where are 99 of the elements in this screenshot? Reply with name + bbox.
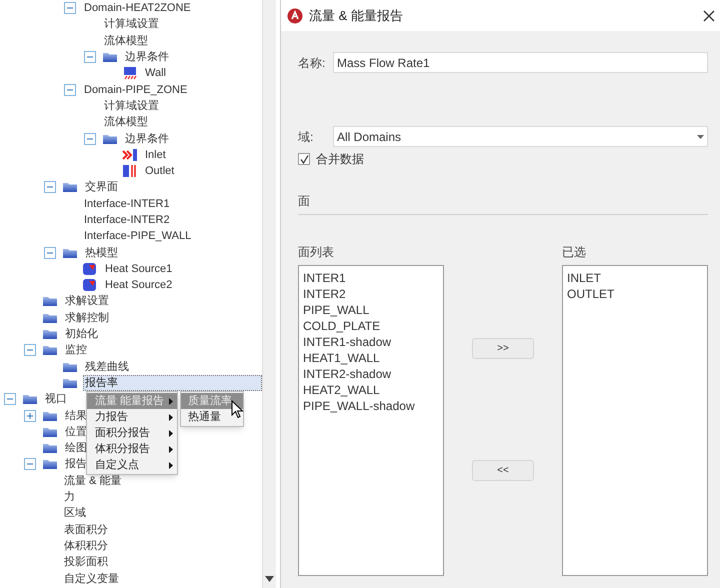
collapse-icon[interactable] (84, 51, 96, 64)
tree-item[interactable]: 残差曲线 (83, 358, 131, 375)
tree-item[interactable]: 报告率 (83, 374, 262, 391)
dropdown-arrow-icon (697, 134, 704, 138)
tree-item[interactable]: 报告 (63, 456, 89, 472)
heat-source-icon (82, 262, 98, 276)
collapse-icon[interactable] (24, 344, 36, 356)
collapse-icon[interactable] (4, 393, 16, 406)
list-item[interactable]: PIPE_WALL (303, 302, 439, 318)
tree-item[interactable]: 视口 (43, 391, 69, 408)
collapse-icon[interactable] (24, 458, 36, 470)
folder-icon (22, 392, 38, 406)
tree-item[interactable]: 计算域设置 (102, 98, 161, 114)
folder-icon (42, 327, 58, 342)
menu-item[interactable]: 力报告 (87, 409, 177, 425)
tree-item[interactable]: 结果 (63, 408, 89, 424)
tree-item[interactable]: 流体模型 (102, 32, 150, 49)
close-icon[interactable] (703, 10, 715, 22)
tree-item[interactable]: 计算域设置 (102, 16, 161, 32)
dialog-title: 流量 & 能量报告 (309, 6, 404, 25)
tree-item[interactable]: 热模型 (83, 244, 120, 261)
list-item[interactable]: INTER2-shadow (303, 366, 439, 382)
tree-item[interactable]: 体积积分 (62, 538, 110, 554)
tree-item[interactable]: Interface-INTER1 (82, 196, 172, 212)
submenu-arrow-icon (169, 414, 173, 420)
name-field[interactable]: Mass Flow Rate1 (333, 52, 708, 73)
tree-item[interactable]: 交界面 (83, 179, 120, 196)
tree-item[interactable]: 表面积分 (62, 522, 110, 538)
tree-item[interactable]: Outlet (143, 163, 176, 180)
list-item[interactable]: INTER1 (303, 270, 439, 286)
tree-item[interactable]: 初始化 (63, 326, 100, 342)
list-item[interactable]: HEAT1_WALL (303, 350, 439, 366)
tree-item[interactable]: 绘图 (63, 440, 89, 456)
tree-item[interactable]: 监控 (63, 342, 89, 358)
list-item[interactable]: OUTLET (567, 286, 703, 302)
folder-icon (42, 441, 58, 456)
tree-item[interactable]: Heat Source1 (103, 260, 174, 277)
wall-icon (122, 66, 138, 80)
app-logo-icon (287, 8, 303, 24)
tree-item[interactable]: 位置 (63, 424, 89, 440)
list-item[interactable]: COLD_PLATE (303, 318, 439, 334)
tree-item[interactable]: 自定义变量 (62, 570, 121, 587)
list-item[interactable]: HEAT2_WALL (303, 382, 439, 398)
outlet-icon (122, 164, 138, 178)
list-item[interactable]: INTER2 (303, 286, 439, 302)
expand-icon[interactable] (24, 410, 36, 422)
list-item[interactable]: INLET (567, 270, 703, 286)
tree-item[interactable]: 边界条件 (123, 130, 171, 147)
submenu-arrow-icon (169, 462, 173, 468)
collapse-icon[interactable] (44, 246, 56, 259)
tree-item[interactable]: 投影面积 (62, 554, 110, 570)
tree-item[interactable]: Interface-INTER2 (82, 212, 172, 228)
submenu-arrow-icon (169, 446, 173, 452)
add-button[interactable]: >> (472, 338, 534, 359)
menu-item[interactable]: 面积分报告 (87, 425, 177, 441)
tree-item[interactable]: Domain-PIPE_ZONE (82, 82, 190, 98)
submenu-arrow-icon (169, 430, 173, 436)
collapse-icon[interactable] (64, 2, 76, 14)
remove-button[interactable]: << (472, 460, 534, 481)
tree-item[interactable]: Domain-HEAT2ZONE (82, 0, 193, 16)
tree-item[interactable]: 力 (62, 489, 77, 506)
list-item[interactable]: INTER1-shadow (303, 334, 439, 350)
heat-source-icon (82, 278, 98, 292)
tree-item[interactable]: Interface-PIPE_WALL (82, 228, 194, 244)
selected-list-label: 已选 (562, 244, 587, 260)
merge-checkbox[interactable] (298, 153, 310, 165)
folder-icon (102, 50, 118, 64)
submenu-arrow-icon (169, 398, 173, 404)
menu-item[interactable]: 体积分报告 (87, 441, 177, 457)
scroll-down-icon[interactable] (265, 576, 274, 582)
tree-item[interactable]: Wall (143, 65, 168, 82)
domain-dropdown[interactable]: All Domains (333, 126, 708, 147)
merge-data-label: 合并数据 (316, 151, 364, 168)
folder-icon (42, 457, 58, 472)
list-item[interactable]: PIPE_WALL-shadow (303, 398, 439, 414)
tree-item[interactable]: 区域 (62, 505, 88, 522)
scrollbar[interactable] (262, 0, 276, 588)
face-list[interactable]: INTER1 INTER2 PIPE_WALL COLD_PLATE INTER1-shadow HEAT1_WALL INTER2-shadow HEAT2_WALL PIPE_WALL-shadow (298, 265, 444, 576)
tree-item[interactable]: 求解控制 (63, 310, 111, 326)
domain-label: 域: (298, 128, 314, 146)
collapse-icon[interactable] (84, 132, 96, 145)
folder-icon (62, 180, 78, 194)
folder-icon (42, 294, 58, 308)
name-label: 名称: (298, 54, 326, 72)
tree-item[interactable]: 流量 & 能量 (62, 472, 124, 489)
tree-item[interactable]: 边界条件 (123, 49, 171, 66)
selected-list[interactable]: INLET OUTLET (562, 265, 708, 576)
inlet-icon (122, 148, 138, 162)
folder-icon (42, 343, 58, 358)
collapse-icon[interactable] (64, 84, 76, 96)
face-list-label: 面列表 (298, 244, 335, 260)
tree-item[interactable]: 流体模型 (102, 114, 150, 130)
tree-item[interactable]: Inlet (143, 146, 168, 163)
section-heading: 面 (298, 194, 311, 208)
collapse-icon[interactable] (44, 181, 56, 194)
menu-item[interactable]: 自定义点 (87, 457, 177, 473)
mouse-cursor-icon (231, 400, 244, 419)
tree-item[interactable]: 求解设置 (63, 293, 111, 310)
tree-item[interactable]: Heat Source2 (103, 277, 174, 294)
